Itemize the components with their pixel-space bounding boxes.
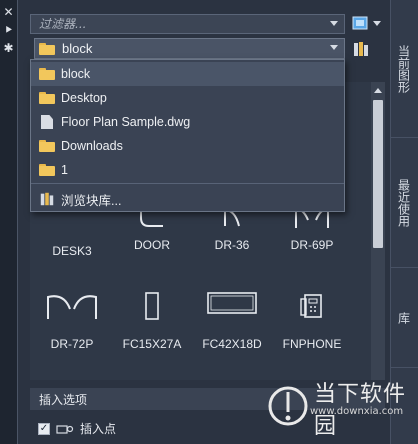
block-item[interactable]: DR-36 (193, 206, 271, 252)
block-label: DR-69P (290, 238, 334, 252)
cabinet-icon (145, 292, 159, 320)
folder-select[interactable]: block (34, 38, 345, 59)
view-controls (352, 16, 382, 30)
dropdown-item-block[interactable]: block (31, 62, 344, 86)
dropdown-item-label: Downloads (61, 139, 123, 153)
insert-point-checkbox[interactable]: ✓ (38, 422, 50, 435)
folder-icon (39, 140, 55, 152)
thumbnail-view-icon[interactable] (352, 16, 368, 30)
dropdown-item-label: Desktop (61, 91, 107, 105)
folder-icon (39, 164, 55, 176)
block-library-icon (40, 192, 54, 206)
chevron-down-icon[interactable] (330, 21, 338, 26)
dropdown-divider (31, 183, 344, 184)
vertical-scrollbar[interactable] (371, 82, 385, 380)
block-item[interactable]: DESK3 (33, 206, 111, 258)
left-strip: ✕ ⯈ ✱ (0, 0, 17, 444)
close-icon[interactable]: ✕ (0, 4, 17, 20)
folder-icon (39, 42, 55, 55)
chevron-down-icon[interactable] (330, 45, 338, 50)
block-item[interactable]: DOOR (113, 206, 191, 252)
block-item[interactable]: FNPHONE (273, 291, 351, 351)
block-label: FC42X18D (202, 337, 262, 351)
dropdown-item-downloads[interactable]: Downloads (31, 134, 344, 158)
insert-point-option[interactable]: ✓ 插入点 (38, 420, 116, 437)
block-label: DESK3 (52, 244, 92, 258)
filter-combobox[interactable] (30, 14, 345, 34)
folder-dropdown-list: block Desktop Floor Plan Sample.dwg Down… (30, 59, 345, 212)
scroll-up-icon[interactable] (374, 88, 382, 93)
watermark-logo-icon (268, 386, 308, 426)
watermark: 当下软件园 www.downxia.com (262, 372, 418, 444)
file-cabinet-icon (207, 292, 257, 314)
folder-select-value: block (62, 41, 93, 56)
block-library-icon[interactable] (352, 40, 370, 58)
browse-block-library-item[interactable]: 浏览块库... (31, 187, 344, 211)
tab-recent[interactable]: 最近使用 (390, 138, 418, 268)
folder-icon (39, 92, 55, 104)
tab-library[interactable]: 库 (390, 268, 418, 368)
block-item[interactable]: DR-72P (33, 291, 111, 351)
dropdown-item-floor-plan[interactable]: Floor Plan Sample.dwg (31, 110, 344, 134)
pin-icon[interactable]: ⯈ (0, 22, 17, 38)
block-label: DOOR (134, 238, 170, 252)
block-label: FNPHONE (282, 337, 342, 351)
block-item[interactable]: FC42X18D (193, 291, 271, 351)
insert-options-title: 插入选项 (39, 392, 88, 407)
double-door-icon (47, 295, 97, 319)
block-label: DR-36 (214, 238, 250, 252)
dropdown-item-desktop[interactable]: Desktop (31, 86, 344, 110)
settings-icon[interactable]: ✱ (0, 40, 17, 56)
tab-current-drawing[interactable]: 当前图形 (390, 0, 418, 138)
block-item[interactable]: FC15X27A (113, 291, 191, 351)
block-item[interactable]: DR-69P (273, 206, 351, 252)
browse-block-library-label: 浏览块库... (61, 193, 122, 208)
block-label: DR-72P (50, 337, 94, 351)
block-label: FC15X27A (122, 337, 182, 351)
phone-icon (300, 294, 322, 318)
insert-point-icon (56, 424, 74, 434)
view-dropdown-icon[interactable] (372, 16, 382, 30)
dropdown-item-label: block (61, 67, 91, 81)
folder-icon (39, 68, 55, 80)
scrollbar-thumb[interactable] (373, 100, 383, 248)
filter-input[interactable] (39, 17, 329, 31)
watermark-url: www.downxia.com (310, 406, 404, 417)
insert-point-label: 插入点 (80, 422, 117, 436)
document-icon (41, 115, 53, 129)
dropdown-item-1[interactable]: 1 (31, 158, 344, 182)
dropdown-item-label: 1 (61, 163, 68, 177)
dropdown-item-label: Floor Plan Sample.dwg (61, 115, 191, 129)
